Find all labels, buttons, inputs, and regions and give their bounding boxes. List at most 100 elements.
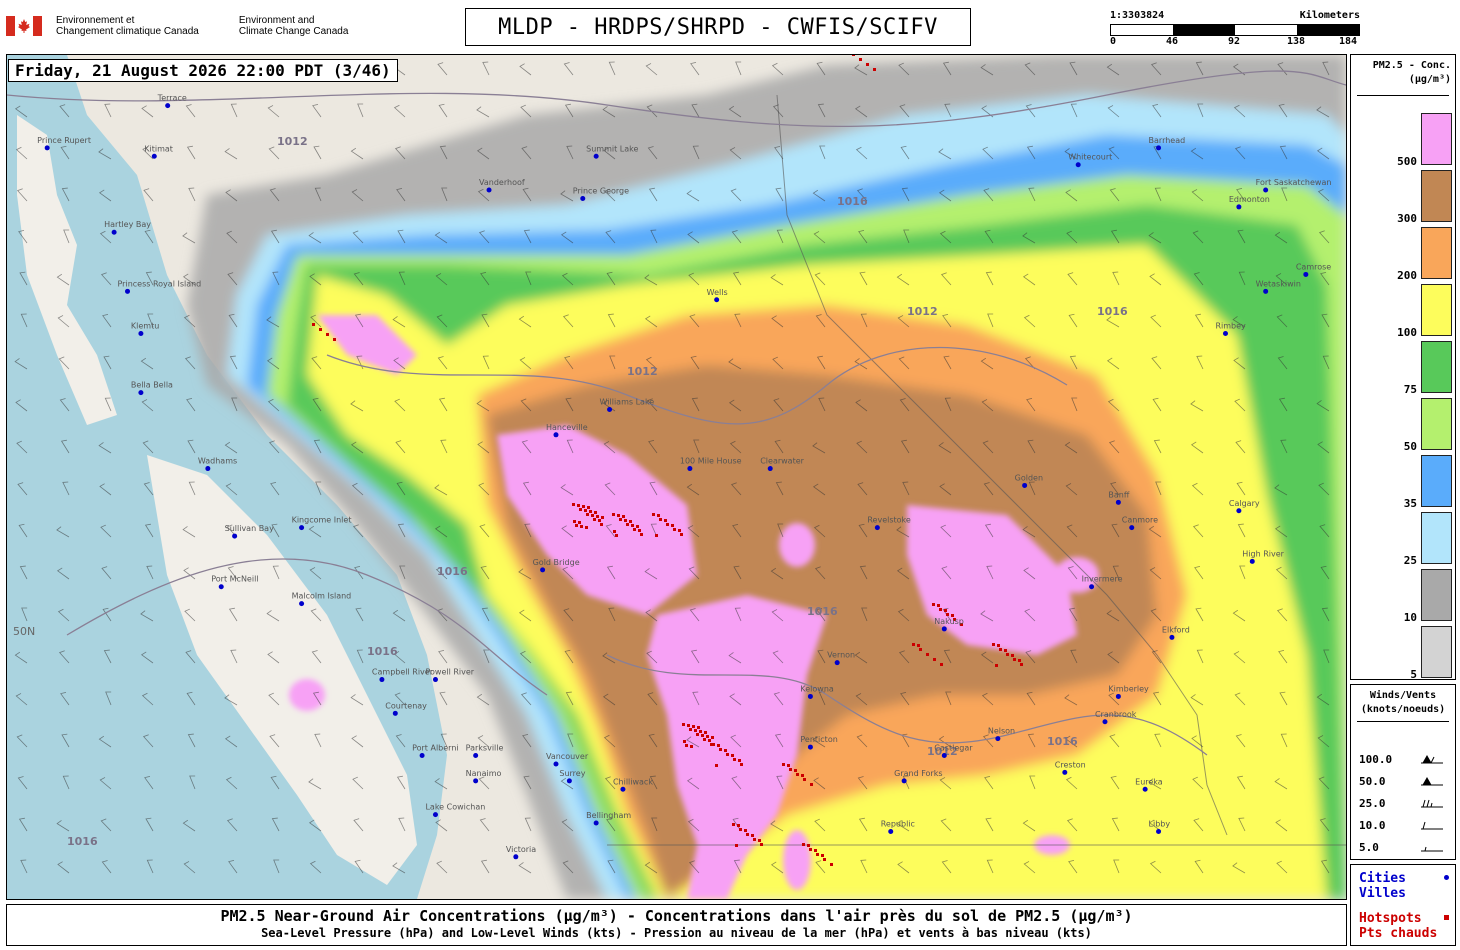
hotspot-marker xyxy=(699,730,702,733)
city-marker xyxy=(205,466,211,472)
hotspot-marker xyxy=(782,763,785,766)
hotspot-marker xyxy=(598,519,601,522)
hotspot-marker xyxy=(859,58,862,61)
city-label: Prince Rupert xyxy=(37,136,91,145)
hotspot-marker xyxy=(585,526,588,529)
hotspot-marker xyxy=(575,524,578,527)
city-label: Wells xyxy=(707,288,728,297)
hotspot-marker xyxy=(319,328,322,331)
city-label: High River xyxy=(1242,549,1284,558)
wind-barb-100-icon xyxy=(1421,755,1443,764)
hotspot-marker xyxy=(760,843,763,846)
hotspot-marker xyxy=(577,504,580,507)
city-marker xyxy=(1236,204,1242,210)
hotspot-marker xyxy=(731,754,734,757)
hotspot-marker xyxy=(708,739,711,742)
city-label: Campbell River xyxy=(372,668,434,677)
city-label: Kelowna xyxy=(800,684,834,693)
hotspot-marker xyxy=(678,529,681,532)
hotspot-marker xyxy=(685,744,688,747)
hotspot-marker xyxy=(997,644,1000,647)
city-label: Lake Cowichan xyxy=(425,803,485,812)
hotspot-marker xyxy=(733,758,736,761)
city-label: Creston xyxy=(1055,760,1086,769)
caption-line-1: PM2.5 Near-Ground Air Concentrations (µg… xyxy=(220,907,1133,925)
hotspot-marker xyxy=(596,515,599,518)
legend-swatch xyxy=(1421,227,1452,279)
hotspot-marker xyxy=(619,518,622,521)
hotspot-marker xyxy=(633,528,636,531)
hotspot-marker xyxy=(692,725,695,728)
hotspot-marker xyxy=(711,736,714,739)
hotspot-marker xyxy=(932,603,935,606)
city-label: Port McNeill xyxy=(211,575,258,584)
city-marker xyxy=(432,812,438,818)
wind-legend-title: Winds/Vents xyxy=(1369,690,1437,701)
hotspot-marker xyxy=(738,759,741,762)
hotspot-marker xyxy=(703,738,706,741)
city-marker xyxy=(1169,634,1175,640)
city-label: Edmonton xyxy=(1229,195,1270,204)
city-marker xyxy=(299,525,305,531)
hotspot-marker xyxy=(573,520,576,523)
scale-tick: 138 xyxy=(1286,36,1306,47)
city-marker xyxy=(473,778,479,784)
city-marker xyxy=(874,525,880,531)
hotspot-marker xyxy=(579,508,582,511)
hotspot-marker xyxy=(333,338,336,341)
city-label: Powell River xyxy=(425,668,474,677)
hotspot-marker xyxy=(940,663,943,666)
city-label: Surrey xyxy=(559,769,585,778)
hotspot-marker xyxy=(615,534,618,537)
city-label: Nelson xyxy=(988,727,1015,736)
hotspot-marker xyxy=(701,734,704,737)
smoke-forecast-map[interactable]: 1012 1016 1012 1012 1016 1016 1016 1012 1016 1016… xyxy=(6,54,1347,900)
hotspot-marker xyxy=(593,518,596,521)
city-marker xyxy=(392,710,398,716)
map-caption: PM2.5 Near-Ground Air Concentrations (µg… xyxy=(6,904,1347,946)
city-marker xyxy=(607,406,613,412)
hotspot-marker xyxy=(601,516,604,519)
city-marker xyxy=(151,153,157,159)
canada-flag-icon xyxy=(6,16,42,36)
hotspot-marker xyxy=(640,533,643,536)
city-marker xyxy=(807,693,813,699)
plume-500-spot2 xyxy=(779,523,815,567)
hotspot-marker xyxy=(814,849,817,852)
city-label: Barrhead xyxy=(1149,136,1186,145)
city-label: Rimbey xyxy=(1215,322,1246,331)
city-label: Summit Lake xyxy=(586,144,638,153)
hotspot-marker xyxy=(801,774,804,777)
city-label: Revelstoke xyxy=(867,516,911,525)
city-label: Wadhams xyxy=(198,457,237,466)
city-marker xyxy=(553,432,559,438)
hotspot-marker xyxy=(624,519,627,522)
hotspot-square-icon xyxy=(1444,915,1449,920)
city-marker xyxy=(941,753,947,759)
city-marker xyxy=(44,145,50,151)
hotspot-marker xyxy=(582,505,585,508)
legend-units: (µg/m³) xyxy=(1408,74,1451,85)
city-label: 100 Mile House xyxy=(680,457,742,466)
legend-swatch xyxy=(1421,626,1452,678)
city-marker xyxy=(580,195,586,201)
city-marker xyxy=(1129,525,1135,531)
legend-level-label: 200 xyxy=(1397,269,1417,282)
hotspot-marker xyxy=(992,643,995,646)
wind-barb-5-icon xyxy=(1421,846,1443,852)
legend-level-label: 75 xyxy=(1403,383,1417,396)
hotspot-marker xyxy=(704,731,707,734)
city-label: Wetaskiwin xyxy=(1256,279,1301,288)
isobar-label: 1016 xyxy=(1047,735,1078,748)
city-marker xyxy=(379,677,385,683)
hotspot-marker xyxy=(629,520,632,523)
scale-tick: 184 xyxy=(1338,36,1358,47)
legend-level-label: 50 xyxy=(1403,440,1417,453)
city-marker xyxy=(687,466,693,472)
hotspot-marker xyxy=(726,753,729,756)
city-label: Gold Bridge xyxy=(533,558,580,567)
city-marker xyxy=(1263,288,1269,294)
hotspot-marker xyxy=(697,726,700,729)
hotspot-marker xyxy=(689,728,692,731)
city-marker xyxy=(138,331,144,337)
